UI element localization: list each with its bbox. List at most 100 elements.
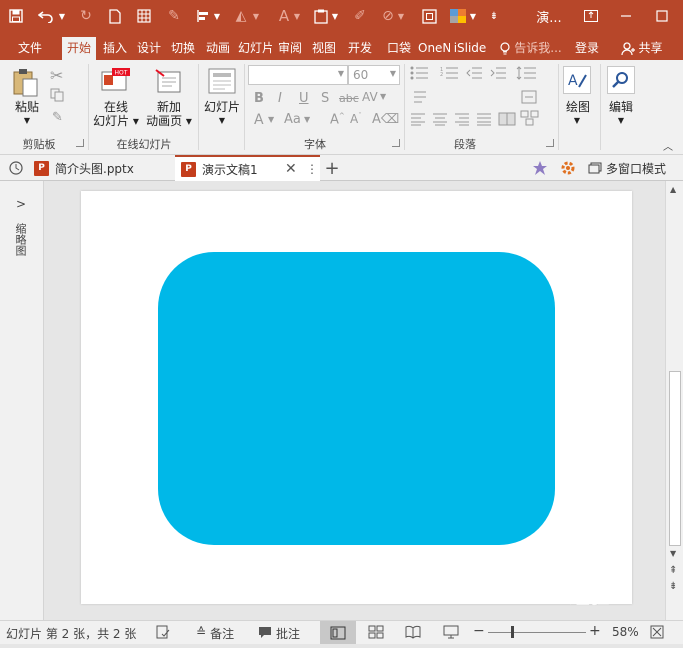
increase-font-icon[interactable]: A^: [330, 112, 345, 127]
align-text-icon[interactable]: [520, 90, 540, 107]
multi-window-button[interactable]: 多窗口模式: [588, 155, 683, 181]
save-icon[interactable]: [6, 6, 26, 26]
align-dropdown-icon[interactable]: ▼: [212, 6, 222, 26]
new-slide-icon[interactable]: [208, 68, 236, 97]
slides-dropdown-icon[interactable]: ▼: [217, 114, 227, 128]
slideshow-icon[interactable]: [443, 625, 459, 642]
italic-icon[interactable]: I: [278, 91, 282, 106]
fill-color-icon[interactable]: ◭: [232, 6, 250, 26]
font-color-dropdown-icon[interactable]: ▼: [292, 6, 302, 26]
spacing-dropdown-icon[interactable]: ▼: [380, 92, 386, 101]
shape-icon[interactable]: ⊘: [380, 6, 396, 26]
settings-icon[interactable]: [560, 155, 580, 181]
tab-transitions[interactable]: 切换: [168, 37, 198, 60]
align-left-icon[interactable]: [410, 112, 426, 129]
paste-dropdown-icon[interactable]: ▼: [22, 114, 32, 128]
zoom-in-icon[interactable]: +: [589, 623, 601, 639]
font-color-dropdown-icon[interactable]: ▼: [268, 115, 274, 124]
tab-pocket[interactable]: 口袋: [383, 37, 415, 60]
normal-view-button[interactable]: [320, 621, 356, 644]
add-in-icon[interactable]: [532, 155, 552, 181]
editing-dropdown-icon[interactable]: ▼: [616, 114, 626, 128]
line-spacing-icon[interactable]: [516, 66, 538, 83]
scroll-up-icon[interactable]: ▲: [670, 185, 676, 194]
fit-to-window-icon[interactable]: [650, 625, 664, 642]
screenshot-icon[interactable]: [420, 6, 438, 26]
spell-check-icon[interactable]: [156, 625, 170, 642]
brush-icon[interactable]: ✐: [352, 6, 368, 26]
align-center-icon[interactable]: [432, 112, 448, 129]
layout-icon[interactable]: [136, 6, 152, 26]
bold-icon[interactable]: B: [254, 91, 264, 106]
align-right-icon[interactable]: [454, 112, 470, 129]
format-painter-icon[interactable]: ✎: [52, 110, 63, 125]
increase-indent-icon[interactable]: [490, 66, 506, 83]
smartart-icon[interactable]: [520, 110, 540, 129]
reading-view-icon[interactable]: [405, 625, 421, 642]
eyedropper-icon[interactable]: ✎: [166, 6, 182, 26]
thumbnails-label[interactable]: 缩略图: [14, 223, 28, 256]
zoom-out-icon[interactable]: −: [473, 623, 485, 639]
drawing-icon[interactable]: A: [563, 66, 591, 94]
tab-onenote[interactable]: OneNote: [418, 37, 450, 60]
vertical-scrollbar[interactable]: ▲ ▼ ⇞ ⇟: [665, 181, 683, 620]
font-color-icon[interactable]: A: [254, 112, 264, 128]
new-tab-icon[interactable]: +: [322, 155, 342, 181]
new-animation-page-icon[interactable]: [154, 68, 184, 99]
tab-view[interactable]: 视图: [308, 37, 340, 60]
font-name-input[interactable]: ▼: [248, 65, 348, 85]
font-size-input[interactable]: 60 ▼: [348, 65, 400, 85]
login-link[interactable]: 登录: [570, 37, 604, 60]
zoom-slider[interactable]: [488, 632, 586, 633]
font-launcher-icon[interactable]: [392, 139, 400, 147]
paste-icon[interactable]: [12, 68, 40, 101]
tab-slideshow[interactable]: 幻灯片: [238, 37, 272, 60]
scroll-down-icon[interactable]: ▼: [670, 549, 676, 558]
close-tab-icon[interactable]: ✕: [285, 161, 297, 177]
tab-review[interactable]: 审阅: [274, 37, 306, 60]
minimize-icon[interactable]: [615, 6, 637, 26]
strikethrough-icon[interactable]: abc: [339, 92, 359, 105]
tab-insert[interactable]: 插入: [100, 37, 130, 60]
font-name-dropdown-icon[interactable]: ▼: [338, 69, 344, 78]
online-slide-label-2[interactable]: 幻灯片 ▾: [92, 114, 140, 128]
share-button[interactable]: 共享: [612, 37, 672, 60]
copy-icon[interactable]: [50, 88, 64, 105]
online-slide-icon[interactable]: HOT: [100, 68, 130, 99]
numbering-icon[interactable]: 12: [440, 66, 460, 83]
editing-search-icon[interactable]: [607, 66, 635, 94]
online-slide-label-1[interactable]: 在线: [92, 100, 140, 114]
next-slide-icon[interactable]: ⇟: [669, 581, 677, 592]
fill-dropdown-icon[interactable]: ▼: [251, 6, 261, 26]
new-animation-label-1[interactable]: 新加: [144, 100, 194, 114]
ribbon-display-icon[interactable]: [580, 6, 602, 26]
tab-file[interactable]: 文件: [10, 37, 50, 60]
redo-icon[interactable]: ↻: [78, 6, 94, 26]
history-icon[interactable]: [8, 155, 28, 181]
document-tab-1[interactable]: P 简介头图.pptx: [34, 155, 174, 181]
previous-slide-icon[interactable]: ⇞: [669, 565, 677, 576]
paragraph-launcher-icon[interactable]: [546, 139, 554, 147]
decrease-font-icon[interactable]: Aˇ: [350, 112, 362, 126]
theme-color-icon[interactable]: [449, 6, 467, 26]
tab-home[interactable]: 开始: [62, 37, 96, 60]
character-spacing-icon[interactable]: AV: [362, 90, 378, 104]
customize-toolbar-icon[interactable]: ⇟: [488, 6, 500, 26]
case-dropdown-icon[interactable]: ▼: [304, 115, 310, 124]
bullets-icon[interactable]: [410, 66, 430, 83]
tab-islide[interactable]: iSlide: [453, 37, 487, 60]
decrease-indent-icon[interactable]: [466, 66, 482, 83]
comments-button[interactable]: 批注: [258, 625, 300, 642]
new-animation-label-2[interactable]: 动画页 ▾: [142, 114, 196, 128]
notes-button[interactable]: ≙ 备注: [196, 625, 234, 642]
undo-dropdown-icon[interactable]: ▼: [57, 6, 67, 26]
paste-special-icon[interactable]: [312, 6, 330, 26]
columns-icon[interactable]: [498, 112, 516, 129]
tab-developer[interactable]: 开发: [343, 37, 377, 60]
maximize-icon[interactable]: [651, 6, 673, 26]
font-size-dropdown-icon[interactable]: ▼: [390, 69, 396, 78]
expand-panel-icon[interactable]: >: [16, 197, 26, 211]
paste-label[interactable]: 粘贴: [12, 100, 42, 114]
tab-design[interactable]: 设计: [134, 37, 164, 60]
tell-me-search[interactable]: 告诉我...: [513, 37, 563, 60]
